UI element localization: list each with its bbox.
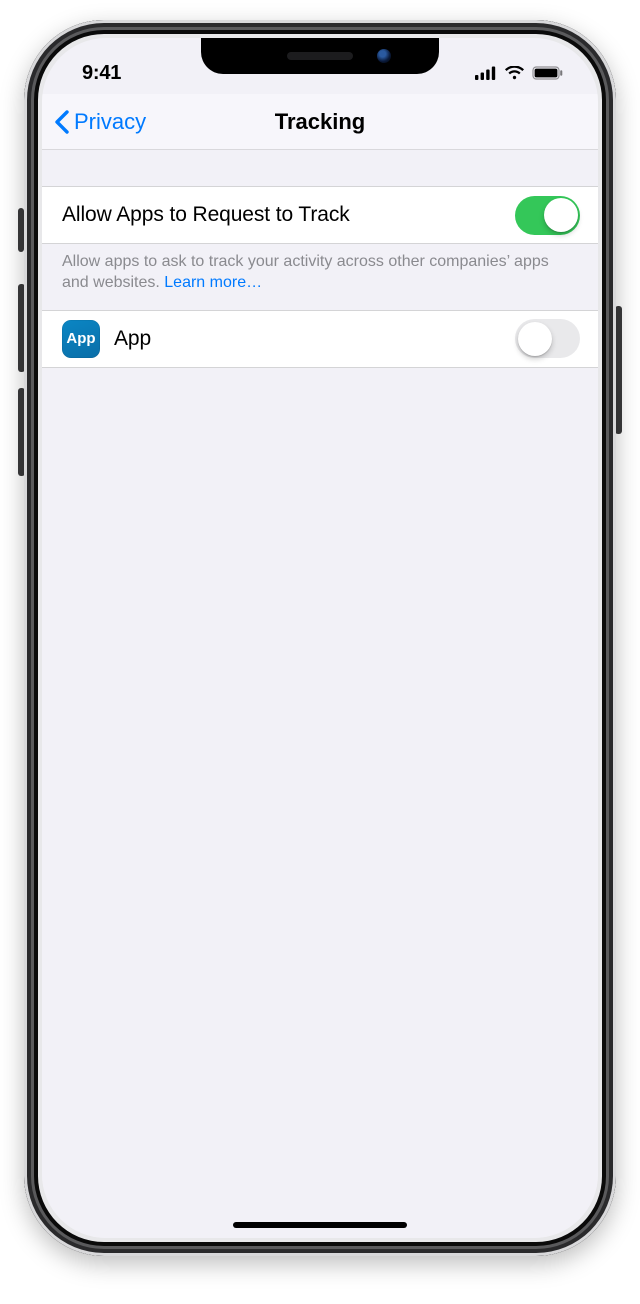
cellular-signal-icon [475, 66, 497, 80]
front-camera [377, 49, 391, 63]
app-name-label: App [114, 327, 501, 351]
power-button [615, 306, 622, 434]
wifi-icon [504, 66, 525, 80]
status-time: 9:41 [82, 62, 121, 85]
battery-icon [532, 66, 564, 80]
home-indicator[interactable] [233, 1222, 407, 1228]
app-tracking-toggle[interactable] [515, 319, 580, 358]
back-label: Privacy [74, 109, 146, 135]
screen: 9:41 [42, 38, 598, 1238]
settings-content: Allow Apps to Request to Track Allow app… [42, 150, 598, 1238]
learn-more-link[interactable]: Learn more… [164, 274, 262, 291]
app-icon: App [62, 320, 100, 358]
chevron-left-icon [54, 110, 70, 134]
allow-apps-tracking-footer: Allow apps to ask to track your activity… [42, 244, 598, 310]
notch [201, 38, 439, 74]
app-tracking-row: App App [42, 310, 598, 368]
status-icons [475, 66, 564, 80]
allow-apps-tracking-label: Allow Apps to Request to Track [62, 203, 501, 227]
phone-frame: 9:41 [24, 20, 616, 1256]
speaker-grille [287, 52, 353, 60]
back-button[interactable]: Privacy [54, 109, 146, 135]
nav-header: Privacy Tracking [42, 94, 598, 150]
footer-text: Allow apps to ask to track your activity… [62, 253, 549, 291]
allow-apps-tracking-toggle[interactable] [515, 196, 580, 235]
allow-apps-tracking-row: Allow Apps to Request to Track [42, 186, 598, 244]
